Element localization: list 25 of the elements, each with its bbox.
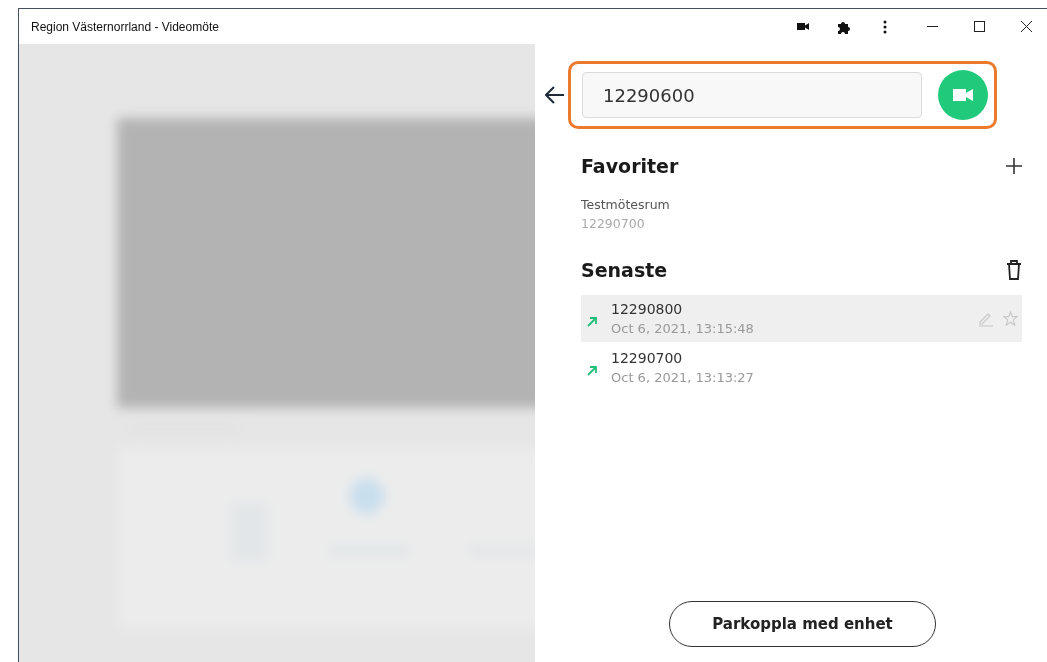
outgoing-arrow-icon	[587, 316, 597, 327]
section-heading: Favoriter	[581, 155, 679, 177]
trash-icon[interactable]	[1006, 260, 1022, 280]
recent-call-row[interactable]: 12290700 Oct 6, 2021, 13:13:27	[581, 344, 1022, 391]
recent-call-row[interactable]: 12290800 Oct 6, 2021, 13:15:48	[581, 295, 1022, 342]
call-time: Oct 6, 2021, 13:15:48	[611, 321, 755, 336]
favorite-number: 12290700	[581, 216, 646, 231]
camera-icon[interactable]	[797, 22, 809, 31]
back-arrow-icon[interactable]	[545, 86, 565, 104]
call-number: 12290800	[611, 301, 684, 317]
pair-device-button[interactable]: Parkoppla med enhet	[669, 601, 936, 647]
outgoing-arrow-icon	[587, 365, 597, 376]
add-icon[interactable]	[1006, 158, 1022, 174]
call-number: 12290700	[611, 350, 684, 366]
section-heading: Senaste	[581, 259, 668, 281]
search-field[interactable]: 12290600	[582, 72, 922, 118]
close-icon[interactable]	[1021, 21, 1032, 32]
star-icon[interactable]	[1003, 311, 1018, 326]
maximize-icon[interactable]	[974, 21, 985, 32]
call-time: Oct 6, 2021, 13:13:27	[611, 370, 755, 385]
window-title: Region Västernorrland - Videomöte	[31, 19, 219, 34]
video-camera-icon	[953, 88, 973, 102]
more-icon[interactable]	[883, 19, 887, 34]
puzzle-icon[interactable]	[837, 19, 851, 34]
favorite-name[interactable]: Testmötesrum	[581, 197, 1022, 212]
